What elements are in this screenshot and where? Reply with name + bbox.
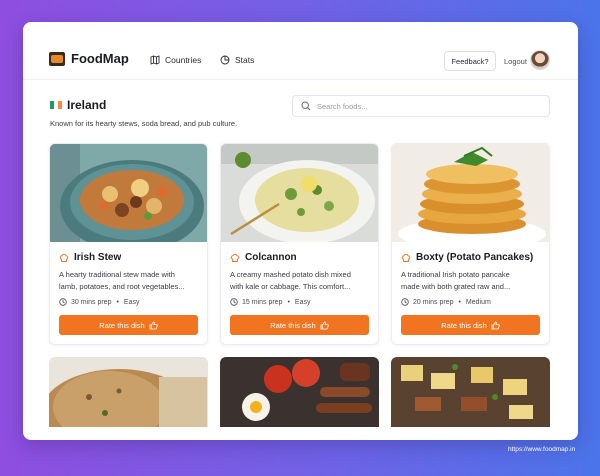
dish-description-line: A creamy mashed potato dish mixed [230, 270, 351, 279]
rate-dish-label: Rate this dish [441, 320, 487, 330]
dish-card-colcannon[interactable]: Colcannon A creamy mashed potato dish mi… [220, 143, 379, 345]
dish-description: A creamy mashed potato dish mixed with k… [230, 269, 372, 293]
dish-image-irish-breakfast [220, 357, 379, 427]
dish-description-line: made with both grated raw and... [401, 282, 511, 291]
top-navbar: FoodMap Countries Stats Feedback? Logout [23, 22, 578, 80]
clock-icon [401, 298, 409, 306]
rate-dish-label: Rate this dish [99, 320, 145, 330]
dish-card-soda-bread[interactable] [49, 357, 208, 427]
chef-hat-icon [401, 253, 411, 262]
separator-dot: • [116, 298, 119, 306]
country-description: Known for its hearty stews, soda bread, … [50, 119, 238, 128]
chef-hat-icon [230, 253, 240, 262]
dish-image-colcannon [221, 144, 378, 242]
dish-card-boxty[interactable]: Boxty (Potato Pancakes) A traditional Ir… [391, 143, 550, 345]
difficulty: Easy [294, 298, 311, 306]
footer-url: https://www.foodmap.in [508, 446, 576, 453]
dish-description: A traditional Irish potato pancake made … [401, 269, 543, 293]
dish-title: Colcannon [230, 252, 297, 263]
clock-icon [59, 298, 67, 306]
dish-meta: 20 mins prep • Medium [401, 298, 491, 306]
difficulty: Medium [465, 298, 491, 306]
dish-meta: 30 mins prep • Easy [59, 298, 139, 306]
dish-name: Irish Stew [74, 252, 122, 263]
country-name: Ireland [67, 98, 107, 112]
foodmap-logo-icon [49, 51, 65, 66]
separator-dot: • [287, 298, 290, 306]
dish-card-coddle[interactable] [391, 357, 550, 427]
prep-time: 15 mins prep [242, 298, 283, 306]
avatar[interactable] [530, 50, 550, 70]
map-icon [150, 55, 160, 65]
rate-dish-button[interactable]: Rate this dish [59, 315, 198, 335]
thumbs-up-icon [491, 321, 500, 329]
dish-description: A hearty traditional stew made with lamb… [59, 269, 201, 293]
search-icon [301, 101, 311, 111]
rate-dish-button[interactable]: Rate this dish [401, 315, 540, 335]
nav-stats-label: Stats [235, 55, 255, 65]
dish-name: Colcannon [245, 252, 297, 263]
app-logo[interactable]: FoodMap [49, 51, 129, 66]
dish-image-irish-stew [50, 144, 207, 242]
app-window: FoodMap Countries Stats Feedback? Logout… [23, 22, 578, 440]
dish-description-line: A traditional Irish potato pancake [401, 270, 510, 279]
rate-dish-label: Rate this dish [270, 320, 316, 330]
app-name: FoodMap [71, 51, 129, 66]
dish-image-boxty [392, 144, 549, 242]
dish-image-coddle [391, 357, 550, 427]
dish-image-soda-bread [49, 357, 208, 427]
dish-description-line: lamb, potatoes, and root vegetables... [59, 282, 185, 291]
logout-link[interactable]: Logout [504, 57, 527, 66]
clock-icon [230, 298, 238, 306]
dish-meta: 15 mins prep • Easy [230, 298, 310, 306]
rate-dish-button[interactable]: Rate this dish [230, 315, 369, 335]
separator-dot: • [458, 298, 461, 306]
thumbs-up-icon [320, 321, 329, 329]
dish-title: Irish Stew [59, 252, 121, 263]
thumbs-up-icon [149, 321, 158, 329]
dish-title: Boxty (Potato Pancakes) [401, 252, 533, 263]
dish-description-line: with kale or cabbage. This comfort... [230, 282, 351, 291]
chef-hat-icon [59, 253, 69, 262]
dish-card-irish-breakfast[interactable] [220, 357, 379, 427]
search-box[interactable] [292, 95, 550, 117]
dish-name: Boxty (Potato Pancakes) [416, 252, 534, 263]
dish-description-line: A hearty traditional stew made with [59, 270, 175, 279]
dish-card-irish-stew[interactable]: Irish Stew A hearty traditional stew mad… [49, 143, 208, 345]
search-input[interactable] [317, 101, 537, 111]
prep-time: 20 mins prep [413, 298, 454, 306]
nav-countries[interactable]: Countries [150, 55, 201, 65]
nav-countries-label: Countries [165, 55, 202, 65]
ireland-flag-icon [50, 101, 62, 109]
nav-stats[interactable]: Stats [220, 55, 254, 65]
difficulty: Easy [123, 298, 140, 306]
pie-chart-icon [220, 55, 230, 65]
prep-time: 30 mins prep [71, 298, 112, 306]
country-heading: Ireland [50, 98, 106, 112]
feedback-button[interactable]: Feedback? [444, 51, 496, 71]
